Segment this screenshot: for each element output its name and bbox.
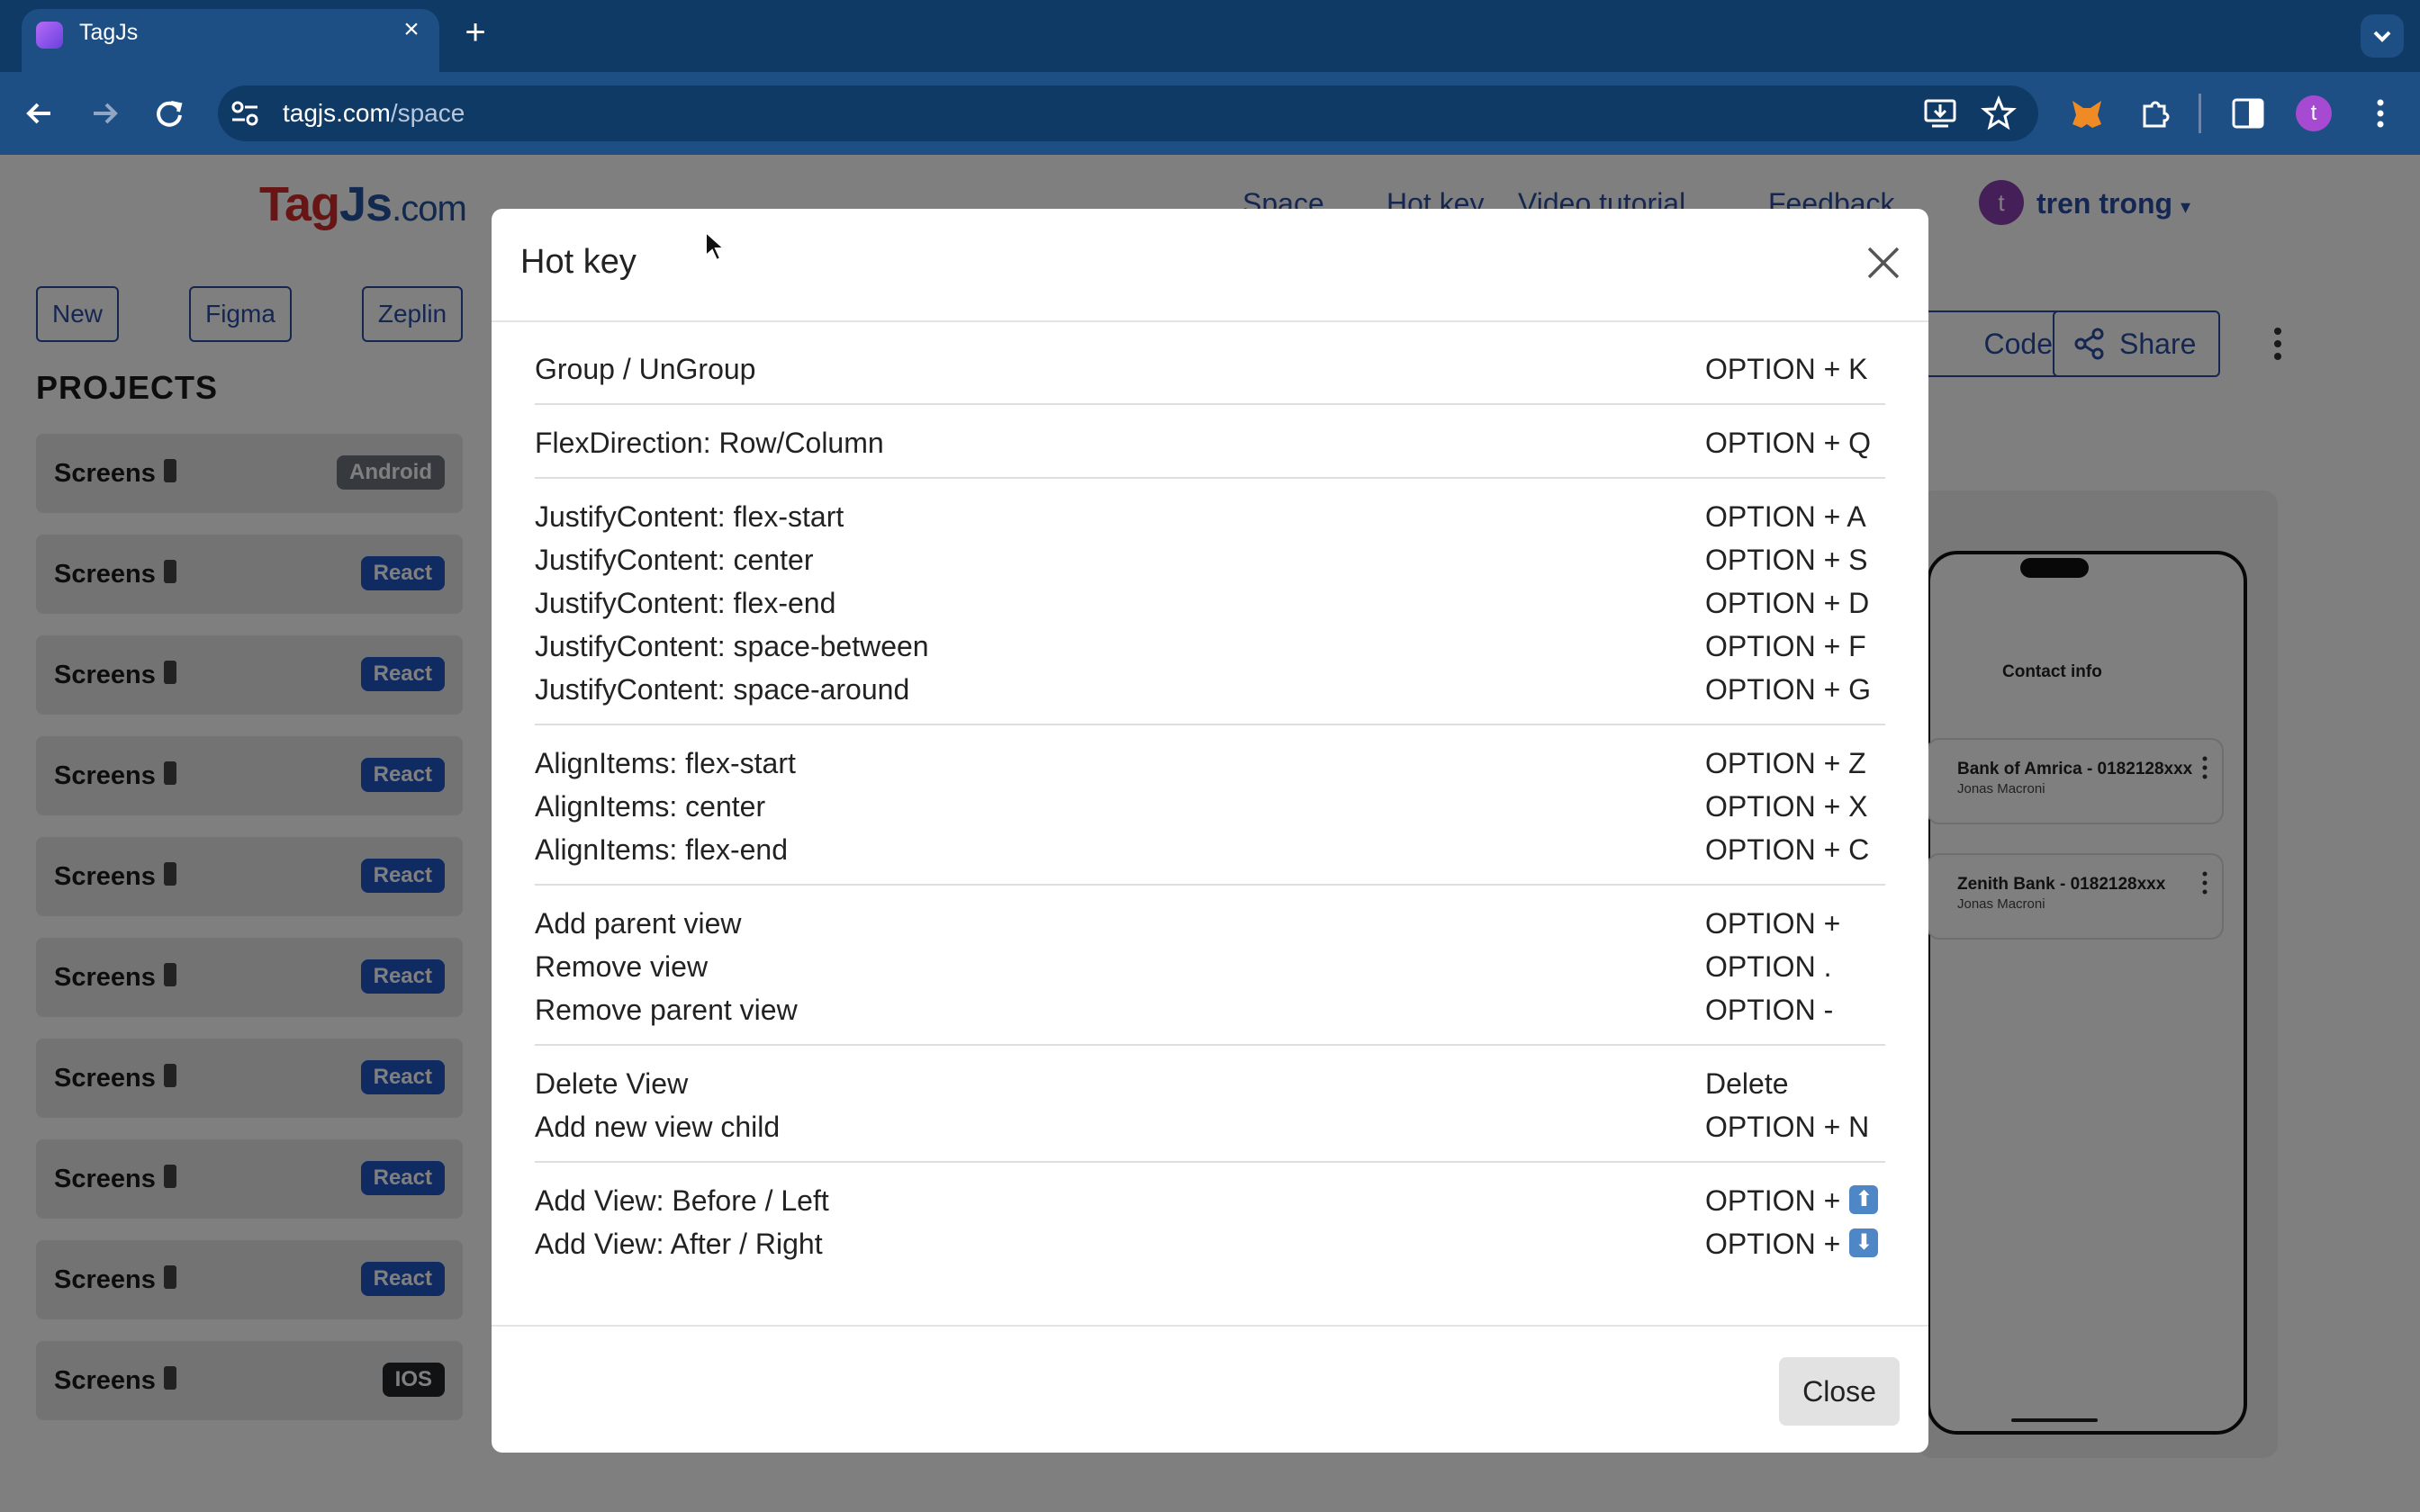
tab-close-icon[interactable]: × [396, 14, 427, 45]
shortcut-key: OPTION + C [1705, 833, 1870, 866]
new-tab-icon[interactable]: + [457, 14, 493, 50]
modal-title: Hot key [520, 243, 637, 281]
shortcut-key: OPTION + G [1705, 673, 1872, 706]
tab-search-button[interactable] [2361, 14, 2404, 58]
profile-avatar[interactable]: t [2296, 95, 2332, 131]
extensions-puzzle-icon[interactable] [2137, 95, 2173, 131]
shortcut-label: Remove view [535, 950, 709, 983]
browser-menu-icon[interactable] [2373, 95, 2388, 131]
address-bar[interactable] [218, 86, 2038, 141]
shortcut-label: Group / UnGroup [535, 353, 756, 385]
shortcut-label: JustifyContent: center [535, 544, 814, 576]
hotkey-modal [492, 209, 1928, 1453]
shortcut-key: OPTION . [1705, 950, 1832, 983]
shortcut-group-divider [535, 884, 1885, 886]
shortcut-group-divider [535, 477, 1885, 479]
toolbar-divider [2199, 94, 2201, 133]
shortcut-label: JustifyContent: space-around [535, 673, 910, 706]
mouse-cursor-icon [705, 230, 726, 262]
shortcut-label: Remove parent view [535, 994, 798, 1026]
modal-header-divider [492, 320, 1928, 322]
shortcut-key: OPTION + N [1705, 1111, 1870, 1143]
shortcut-key: OPTION + Z [1705, 747, 1866, 779]
side-panel-icon[interactable] [2231, 97, 2265, 130]
shortcut-key: OPTION + F [1705, 630, 1866, 662]
shortcut-group-divider [535, 724, 1885, 725]
shortcut-key: Delete [1705, 1067, 1789, 1100]
install-app-icon[interactable] [1923, 97, 1957, 130]
shortcut-key: OPTION + D [1705, 587, 1870, 619]
shortcut-label: Add parent view [535, 907, 742, 940]
chevron-down-icon [2373, 31, 2391, 42]
tab-favicon-icon [36, 22, 63, 49]
shortcut-label: JustifyContent: flex-start [535, 500, 844, 533]
shortcut-label: JustifyContent: space-between [535, 630, 929, 662]
site-settings-icon[interactable] [229, 99, 261, 128]
back-arrow-icon[interactable] [20, 94, 59, 133]
shortcut-label: Add View: After / Right [535, 1228, 823, 1260]
shortcut-label: JustifyContent: flex-end [535, 587, 836, 619]
shortcut-label: Add new view child [535, 1111, 781, 1143]
shortcut-key: OPTION + K [1705, 353, 1868, 385]
shortcut-label: FlexDirection: Row/Column [535, 427, 884, 459]
modal-footer-divider [492, 1325, 1928, 1327]
shortcut-key: OPTION - [1705, 994, 1834, 1026]
close-button[interactable]: Close [1779, 1357, 1900, 1426]
shortcut-key: OPTION + Q [1705, 427, 1872, 459]
tab-title: TagJs [79, 20, 139, 45]
reload-icon[interactable] [149, 94, 189, 133]
forward-arrow-icon[interactable] [85, 94, 124, 133]
shortcut-key: OPTION + S [1705, 544, 1868, 576]
shortcut-key: OPTION + [1705, 907, 1841, 940]
shortcut-key: OPTION + A [1705, 500, 1866, 533]
shortcut-label: AlignItems: flex-start [535, 747, 796, 779]
metamask-extension-icon[interactable] [2067, 94, 2107, 133]
shortcut-group-divider [535, 1044, 1885, 1046]
url-text: tagjs.com/space [283, 99, 465, 127]
arrow-up-icon: ⬆ [1849, 1185, 1879, 1214]
bookmark-star-icon[interactable] [1981, 95, 2017, 131]
shortcut-label: AlignItems: flex-end [535, 833, 789, 866]
arrow-down-icon: ⬇ [1849, 1228, 1879, 1257]
close-icon[interactable] [1862, 241, 1905, 284]
shortcut-label: Add View: Before / Left [535, 1184, 829, 1217]
shortcut-group-divider [535, 403, 1885, 405]
shortcut-label: AlignItems: center [535, 790, 766, 823]
shortcut-label: Delete View [535, 1067, 689, 1100]
shortcut-group-divider [535, 1161, 1885, 1163]
shortcut-key: OPTION + ⬆ [1705, 1184, 1879, 1218]
shortcut-key: OPTION + ⬇ [1705, 1228, 1879, 1261]
shortcut-key: OPTION + X [1705, 790, 1868, 823]
